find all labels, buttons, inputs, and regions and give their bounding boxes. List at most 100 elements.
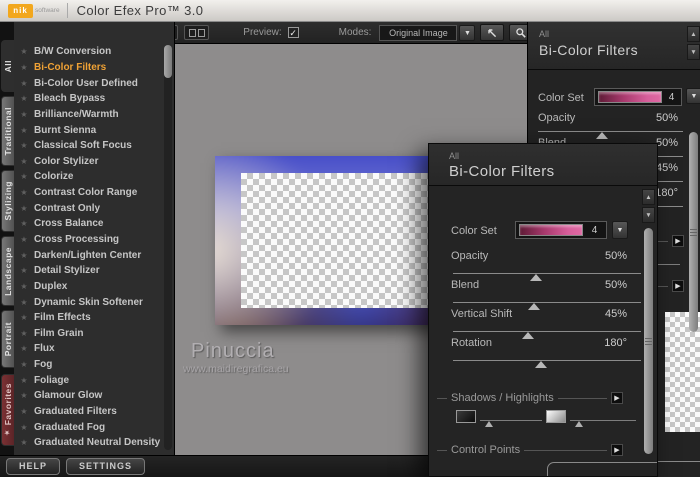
star-icon[interactable]: ★ [14,63,34,72]
slider-handle[interactable] [535,361,547,368]
star-icon[interactable]: ★ [14,79,34,88]
filter-item[interactable]: ★Burnt Sienna [14,122,162,138]
filter-item[interactable]: ★Fog [14,357,162,373]
slider-handle[interactable] [522,332,534,339]
partial-bottom-button[interactable] [547,462,658,477]
filter-item[interactable]: ★Brilliance/Warmth [14,107,162,123]
filter-item[interactable]: ★Dynamic Skin Softener [14,294,162,310]
tab-portrait[interactable]: Portrait [1,310,14,368]
modes-dropdown-button[interactable]: ▼ [459,25,475,41]
star-icon[interactable]: ★ [14,251,34,260]
panel-scrollbar-thumb[interactable] [689,132,698,332]
tab-favorites[interactable]: ★ Favorites [1,374,14,446]
filter-item[interactable]: ★Bi-Color User Defined [14,75,162,91]
star-icon[interactable]: ★ [14,376,34,385]
star-icon[interactable]: ★ [14,438,34,447]
star-icon[interactable]: ★ [14,298,34,307]
color-set-dropdown-button[interactable]: ▼ [612,221,628,239]
panel-header[interactable]: All Bi-Color Filters [429,144,657,186]
filter-label: Brilliance/Warmth [34,109,119,120]
slider-handle[interactable] [530,274,542,281]
modes-label: Modes: [339,27,372,38]
star-icon[interactable]: ★ [14,94,34,103]
filter-item[interactable]: ★Foliage [14,372,162,388]
star-icon[interactable]: ★ [14,282,34,291]
help-button[interactable]: HELP [6,458,60,475]
scroll-up-button[interactable]: ▲ [642,189,655,205]
filter-item[interactable]: ★Duplex [14,279,162,295]
filter-item[interactable]: ★Detail Stylizer [14,263,162,279]
view-side-by-side-button[interactable] [184,25,209,40]
filter-item[interactable]: ★Flux [14,341,162,357]
tab-stylizing[interactable]: Stylizing [1,170,14,232]
star-icon[interactable]: ★ [14,423,34,432]
scroll-down-button[interactable]: ▼ [642,207,655,223]
filter-list-scrollbar[interactable] [164,45,172,450]
opacity-slider[interactable] [538,131,683,132]
star-icon[interactable]: ★ [14,188,34,197]
preview-checkbox[interactable]: ✓ [288,27,299,38]
opacity-slider[interactable] [453,273,641,274]
filter-item[interactable]: ★Graduated Fog [14,419,162,435]
expand-arrow-button[interactable]: ▶ [611,444,623,456]
expand-arrow-button[interactable]: ▶ [672,280,684,292]
filter-item[interactable]: ★Cross Balance [14,216,162,232]
star-icon[interactable]: ★ [14,172,34,181]
star-icon[interactable]: ★ [14,360,34,369]
filter-item-selected[interactable]: ★Bi-Color Filters [14,60,162,76]
color-set-dropdown-button[interactable]: ▼ [686,88,700,104]
filter-item[interactable]: ★Color Stylizer [14,153,162,169]
highlights-mini-slider[interactable] [546,410,636,423]
color-set-field[interactable]: 4 [515,221,607,239]
filter-item[interactable]: ★Film Grain [14,326,162,342]
settings-button[interactable]: SETTINGS [66,458,145,475]
pointer-tool-button[interactable] [480,24,504,41]
filter-item[interactable]: ★B/W Conversion [14,44,162,60]
filter-item[interactable]: ★Cross Processing [14,232,162,248]
star-icon[interactable]: ★ [14,407,34,416]
filter-item[interactable]: ★Bleach Bypass [14,91,162,107]
filter-item[interactable]: ★Graduated Neutral Density [14,435,162,451]
star-icon[interactable]: ★ [14,266,34,275]
star-icon[interactable]: ★ [14,204,34,213]
filter-item[interactable]: ★Graduated Filters [14,404,162,420]
shadow-swatch [456,410,476,423]
slider-handle[interactable] [528,303,540,310]
scroll-up-button[interactable]: ▲ [687,26,700,42]
star-icon[interactable]: ★ [14,329,34,338]
star-icon[interactable]: ★ [14,313,34,322]
filter-item[interactable]: ★Contrast Only [14,200,162,216]
filter-item[interactable]: ★Contrast Color Range [14,185,162,201]
vertical-shift-slider[interactable] [453,331,641,332]
star-icon[interactable]: ★ [14,235,34,244]
star-icon[interactable]: ★ [14,391,34,400]
modes-select[interactable]: Original Image [379,25,457,41]
blend-slider[interactable] [453,302,641,303]
filter-item[interactable]: ★Glamour Glow [14,388,162,404]
highlight-swatch [546,410,566,423]
star-icon[interactable]: ★ [14,110,34,119]
star-icon[interactable]: ★ [14,126,34,135]
star-icon[interactable]: ★ [14,47,34,56]
filter-item[interactable]: ★Classical Soft Focus [14,138,162,154]
slider-handle[interactable] [596,132,608,139]
expand-arrow-button[interactable]: ▶ [672,235,684,247]
panel-scrollbar-thumb[interactable] [644,228,653,454]
star-icon[interactable]: ★ [14,219,34,228]
expand-arrow-button[interactable]: ▶ [611,392,623,404]
scrollbar-thumb[interactable] [164,45,172,78]
filter-item[interactable]: ★Colorize [14,169,162,185]
star-icon[interactable]: ★ [14,344,34,353]
filter-item[interactable]: ★Film Effects [14,310,162,326]
tab-landscape[interactable]: Landscape [1,236,14,306]
scroll-down-button[interactable]: ▼ [687,44,700,60]
rotation-slider[interactable] [453,360,641,361]
star-icon[interactable]: ★ [14,141,34,150]
tab-all[interactable]: All [1,40,14,92]
filter-item[interactable]: ★Darken/Lighten Center [14,247,162,263]
filter-label: Color Stylizer [34,156,98,167]
star-icon[interactable]: ★ [14,157,34,166]
color-set-field[interactable]: 4 [594,88,682,106]
shadows-mini-slider[interactable] [456,410,542,423]
tab-traditional[interactable]: Traditional [1,96,14,166]
